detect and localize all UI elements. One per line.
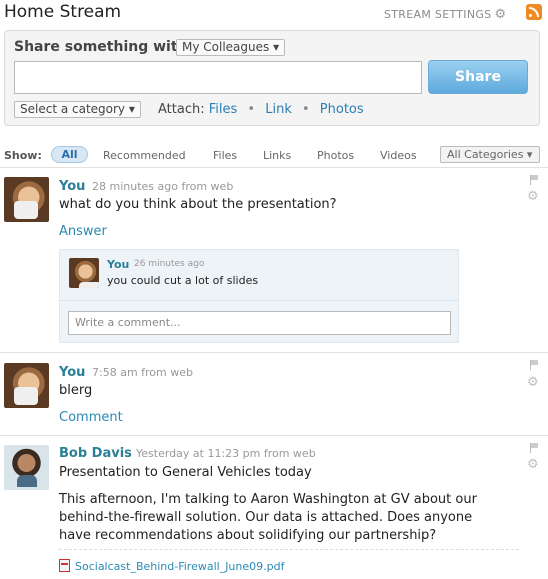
divider	[59, 549, 519, 550]
attach-label: Attach:	[158, 102, 205, 117]
gear-icon[interactable]: ⚙	[527, 189, 539, 204]
share-button[interactable]: Share	[428, 60, 528, 94]
reply-author[interactable]: You	[107, 258, 129, 271]
post-body-line: This afternoon, I'm talking to Aaron Was…	[59, 492, 477, 507]
tab-files[interactable]: Files	[213, 149, 237, 162]
separator-dot: •	[301, 102, 310, 117]
comment-link[interactable]: Comment	[59, 410, 123, 425]
categories-select[interactable]: All Categories ▾	[440, 146, 540, 163]
stream-settings-label: STREAM SETTINGS	[384, 8, 492, 21]
reply-meta: 26 minutes ago	[134, 259, 205, 269]
post-body-line: have recommendations about solidifying o…	[59, 528, 437, 543]
post-meta: 7:58 am from web	[92, 366, 193, 379]
rss-icon[interactable]	[526, 4, 542, 20]
filter-bar: Show: All Recommended Files Links Photos…	[0, 145, 548, 165]
flag-icon[interactable]	[529, 175, 539, 185]
audience-select[interactable]: My Colleagues ▾	[176, 39, 286, 56]
divider	[0, 352, 548, 353]
answer-link[interactable]: Answer	[59, 224, 107, 239]
post-text: what do you think about the presentation…	[59, 197, 337, 212]
comment-input[interactable]: Write a comment...	[68, 311, 451, 335]
separator-dot: •	[247, 102, 256, 117]
post-author[interactable]: You	[59, 365, 85, 380]
divider	[0, 167, 548, 168]
flag-icon[interactable]	[529, 443, 539, 453]
share-box: Share something with My Colleagues ▾ Sha…	[4, 30, 540, 126]
post-body-line: behind-the-firewall solution. Our data i…	[59, 510, 473, 525]
attach-files-link[interactable]: Files	[209, 102, 238, 117]
share-input[interactable]	[14, 61, 422, 94]
tab-videos[interactable]: Videos	[380, 149, 417, 162]
gear-icon[interactable]: ⚙	[527, 375, 539, 390]
tab-links[interactable]: Links	[263, 149, 291, 162]
attach-photos-link[interactable]: Photos	[320, 102, 364, 117]
stream-settings-link[interactable]: STREAM SETTINGS ⚙	[384, 7, 506, 22]
post-text: blerg	[59, 383, 93, 398]
flag-icon[interactable]	[529, 360, 539, 370]
divider	[0, 435, 548, 436]
avatar[interactable]	[4, 363, 49, 408]
gear-icon[interactable]: ⚙	[527, 457, 539, 472]
header: Home Stream STREAM SETTINGS ⚙	[0, 0, 548, 28]
tab-all[interactable]: All	[51, 146, 88, 163]
show-label: Show:	[4, 149, 42, 162]
stream-post: You 28 minutes ago from web what do you …	[0, 170, 548, 352]
post-title: Presentation to General Vehicles today	[59, 465, 312, 480]
reply-box: You 26 minutes ago you could cut a lot o…	[59, 249, 459, 343]
post-meta: Yesterday at 11:23 pm from web	[136, 447, 316, 460]
post-author[interactable]: Bob Davis	[59, 446, 132, 461]
pdf-icon	[59, 559, 70, 572]
share-label: Share something with	[14, 39, 188, 55]
avatar[interactable]	[4, 445, 49, 490]
page-title: Home Stream	[4, 2, 122, 22]
category-select[interactable]: Select a category ▾	[14, 101, 141, 118]
attach-link-link[interactable]: Link	[265, 102, 292, 117]
tab-photos[interactable]: Photos	[317, 149, 354, 162]
post-meta: 28 minutes ago from web	[92, 180, 234, 193]
reply-text: you could cut a lot of slides	[107, 274, 259, 287]
divider	[60, 300, 458, 301]
stream-post: Bob Davis Yesterday at 11:23 pm from web…	[0, 438, 548, 579]
tab-recommended[interactable]: Recommended	[103, 149, 186, 162]
avatar[interactable]	[69, 258, 99, 288]
gear-icon: ⚙	[494, 7, 507, 22]
stream-post: You 7:58 am from web blerg Comment ⚙	[0, 355, 548, 435]
attachment-link[interactable]: Socialcast_Behind-Firewall_June09.pdf	[75, 560, 284, 573]
post-author[interactable]: You	[59, 179, 85, 194]
avatar[interactable]	[4, 177, 49, 222]
attach-row: Attach: Files • Link • Photos	[158, 102, 364, 117]
